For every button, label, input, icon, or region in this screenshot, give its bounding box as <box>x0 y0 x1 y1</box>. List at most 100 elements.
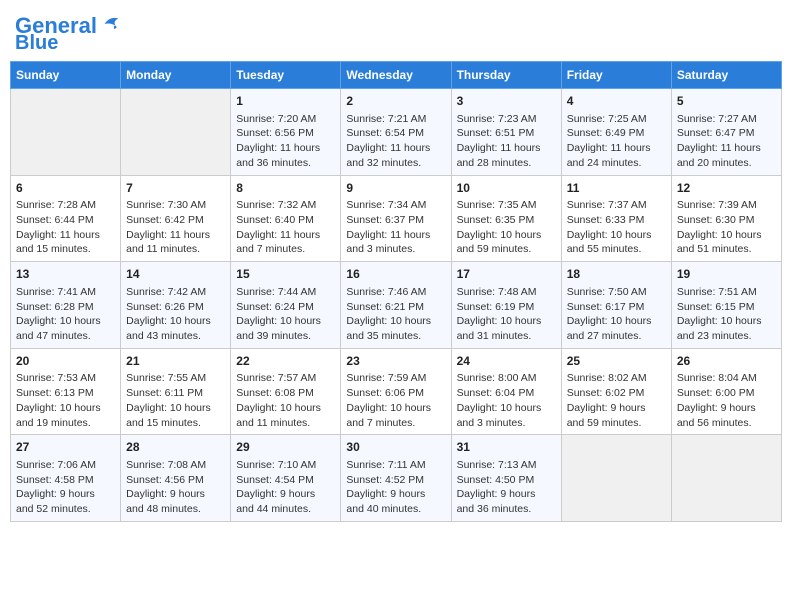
day-info: Sunrise: 7:23 AMSunset: 6:51 PMDaylight:… <box>457 112 556 171</box>
day-info: Sunrise: 7:41 AMSunset: 6:28 PMDaylight:… <box>16 285 115 344</box>
calendar-header: SundayMondayTuesdayWednesdayThursdayFrid… <box>11 62 782 89</box>
calendar-cell: 24Sunrise: 8:00 AMSunset: 6:04 PMDayligh… <box>451 348 561 435</box>
header-monday: Monday <box>121 62 231 89</box>
day-info: Sunrise: 7:13 AMSunset: 4:50 PMDaylight:… <box>457 458 556 517</box>
calendar-cell: 7Sunrise: 7:30 AMSunset: 6:42 PMDaylight… <box>121 175 231 262</box>
calendar-table: SundayMondayTuesdayWednesdayThursdayFrid… <box>10 61 782 522</box>
calendar-cell: 26Sunrise: 8:04 AMSunset: 6:00 PMDayligh… <box>671 348 781 435</box>
calendar-cell: 25Sunrise: 8:02 AMSunset: 6:02 PMDayligh… <box>561 348 671 435</box>
header-row: SundayMondayTuesdayWednesdayThursdayFrid… <box>11 62 782 89</box>
header-thursday: Thursday <box>451 62 561 89</box>
calendar-cell: 29Sunrise: 7:10 AMSunset: 4:54 PMDayligh… <box>231 435 341 522</box>
day-info: Sunrise: 7:28 AMSunset: 6:44 PMDaylight:… <box>16 198 115 257</box>
day-number: 4 <box>567 93 666 110</box>
day-number: 18 <box>567 266 666 283</box>
calendar-cell: 28Sunrise: 7:08 AMSunset: 4:56 PMDayligh… <box>121 435 231 522</box>
day-number: 7 <box>126 180 225 197</box>
calendar-cell: 21Sunrise: 7:55 AMSunset: 6:11 PMDayligh… <box>121 348 231 435</box>
day-info: Sunrise: 7:57 AMSunset: 6:08 PMDaylight:… <box>236 371 335 430</box>
day-info: Sunrise: 7:53 AMSunset: 6:13 PMDaylight:… <box>16 371 115 430</box>
day-number: 17 <box>457 266 556 283</box>
calendar-cell: 5 Sunrise: 7:27 AMSunset: 6:47 PMDaylight… <box>671 89 781 176</box>
header: General Blue <box>10 10 782 53</box>
day-info: Sunrise: 7:51 AMSunset: 6:15 PMDaylight:… <box>677 285 776 344</box>
day-info: Sunrise: 7:32 AMSunset: 6:40 PMDaylight:… <box>236 198 335 257</box>
calendar-cell: 19 Sunrise: 7:51 AMSunset: 6:15 PMDayligh… <box>671 262 781 349</box>
day-number: 22 <box>236 353 335 370</box>
day-number: 14 <box>126 266 225 283</box>
day-number: 9 <box>346 180 445 197</box>
calendar-cell: 14 Sunrise: 7:42 AMSunset: 6:26 PMDayligh… <box>121 262 231 349</box>
day-number: 2 <box>346 93 445 110</box>
calendar-cell <box>121 89 231 176</box>
day-info: Sunrise: 7:42 AMSunset: 6:26 PMDaylight:… <box>126 285 225 344</box>
calendar-cell: 23Sunrise: 7:59 AMSunset: 6:06 PMDayligh… <box>341 348 451 435</box>
day-info: Sunrise: 7:50 AMSunset: 6:17 PMDaylight:… <box>567 285 666 344</box>
day-info: Sunrise: 7:10 AMSunset: 4:54 PMDaylight:… <box>236 458 335 517</box>
day-info: Sunrise: 7:25 AMSunset: 6:49 PMDaylight:… <box>567 112 666 171</box>
calendar-body: 1Sunrise: 7:20 AMSunset: 6:56 PMDaylight… <box>11 89 782 522</box>
day-number: 30 <box>346 439 445 456</box>
calendar-cell: 6Sunrise: 7:28 AMSunset: 6:44 PMDaylight… <box>11 175 121 262</box>
calendar-cell: 2 Sunrise: 7:21 AMSunset: 6:54 PMDaylight… <box>341 89 451 176</box>
header-saturday: Saturday <box>671 62 781 89</box>
calendar-cell: 9Sunrise: 7:34 AMSunset: 6:37 PMDaylight… <box>341 175 451 262</box>
header-tuesday: Tuesday <box>231 62 341 89</box>
calendar-cell: 31 Sunrise: 7:13 AMSunset: 4:50 PMDayligh… <box>451 435 561 522</box>
day-number: 15 <box>236 266 335 283</box>
logo: General Blue <box>15 15 121 53</box>
header-sunday: Sunday <box>11 62 121 89</box>
day-info: Sunrise: 8:00 AMSunset: 6:04 PMDaylight:… <box>457 371 556 430</box>
logo-bird-icon <box>99 13 121 35</box>
day-number: 23 <box>346 353 445 370</box>
day-number: 11 <box>567 180 666 197</box>
week-row-1: 1Sunrise: 7:20 AMSunset: 6:56 PMDaylight… <box>11 89 782 176</box>
day-info: Sunrise: 7:46 AMSunset: 6:21 PMDaylight:… <box>346 285 445 344</box>
day-info: Sunrise: 7:11 AMSunset: 4:52 PMDaylight:… <box>346 458 445 517</box>
calendar-cell: 15 Sunrise: 7:44 AMSunset: 6:24 PMDayligh… <box>231 262 341 349</box>
day-number: 21 <box>126 353 225 370</box>
day-number: 8 <box>236 180 335 197</box>
day-number: 13 <box>16 266 115 283</box>
day-number: 24 <box>457 353 556 370</box>
day-info: Sunrise: 8:02 AMSunset: 6:02 PMDaylight:… <box>567 371 666 430</box>
day-number: 5 <box>677 93 776 110</box>
day-info: Sunrise: 7:27 AMSunset: 6:47 PMDaylight:… <box>677 112 776 171</box>
day-info: Sunrise: 7:59 AMSunset: 6:06 PMDaylight:… <box>346 371 445 430</box>
week-row-5: 27Sunrise: 7:06 AMSunset: 4:58 PMDayligh… <box>11 435 782 522</box>
day-info: Sunrise: 7:21 AMSunset: 6:54 PMDaylight:… <box>346 112 445 171</box>
header-friday: Friday <box>561 62 671 89</box>
day-number: 26 <box>677 353 776 370</box>
day-number: 20 <box>16 353 115 370</box>
day-info: Sunrise: 7:55 AMSunset: 6:11 PMDaylight:… <box>126 371 225 430</box>
calendar-cell: 11Sunrise: 7:37 AMSunset: 6:33 PMDayligh… <box>561 175 671 262</box>
calendar-cell: 1Sunrise: 7:20 AMSunset: 6:56 PMDaylight… <box>231 89 341 176</box>
day-number: 10 <box>457 180 556 197</box>
day-number: 31 <box>457 439 556 456</box>
calendar-cell <box>11 89 121 176</box>
day-number: 6 <box>16 180 115 197</box>
calendar-cell: 4 Sunrise: 7:25 AMSunset: 6:49 PMDaylight… <box>561 89 671 176</box>
day-number: 25 <box>567 353 666 370</box>
day-number: 27 <box>16 439 115 456</box>
calendar-cell: 22Sunrise: 7:57 AMSunset: 6:08 PMDayligh… <box>231 348 341 435</box>
day-info: Sunrise: 7:34 AMSunset: 6:37 PMDaylight:… <box>346 198 445 257</box>
day-number: 16 <box>346 266 445 283</box>
day-number: 19 <box>677 266 776 283</box>
calendar-cell: 3Sunrise: 7:23 AMSunset: 6:51 PMDaylight… <box>451 89 561 176</box>
calendar-cell: 30 Sunrise: 7:11 AMSunset: 4:52 PMDayligh… <box>341 435 451 522</box>
day-info: Sunrise: 7:39 AMSunset: 6:30 PMDaylight:… <box>677 198 776 257</box>
week-row-3: 13 Sunrise: 7:41 AMSunset: 6:28 PMDayligh… <box>11 262 782 349</box>
logo-blue-text: Blue <box>15 33 58 53</box>
calendar-cell: 10Sunrise: 7:35 AMSunset: 6:35 PMDayligh… <box>451 175 561 262</box>
calendar-cell: 17Sunrise: 7:48 AMSunset: 6:19 PMDayligh… <box>451 262 561 349</box>
day-info: Sunrise: 7:08 AMSunset: 4:56 PMDaylight:… <box>126 458 225 517</box>
day-info: Sunrise: 7:44 AMSunset: 6:24 PMDaylight:… <box>236 285 335 344</box>
day-info: Sunrise: 7:20 AMSunset: 6:56 PMDaylight:… <box>236 112 335 171</box>
calendar-cell: 18 Sunrise: 7:50 AMSunset: 6:17 PMDayligh… <box>561 262 671 349</box>
calendar-cell <box>561 435 671 522</box>
header-wednesday: Wednesday <box>341 62 451 89</box>
week-row-4: 20Sunrise: 7:53 AMSunset: 6:13 PMDayligh… <box>11 348 782 435</box>
day-number: 12 <box>677 180 776 197</box>
calendar-cell: 20Sunrise: 7:53 AMSunset: 6:13 PMDayligh… <box>11 348 121 435</box>
